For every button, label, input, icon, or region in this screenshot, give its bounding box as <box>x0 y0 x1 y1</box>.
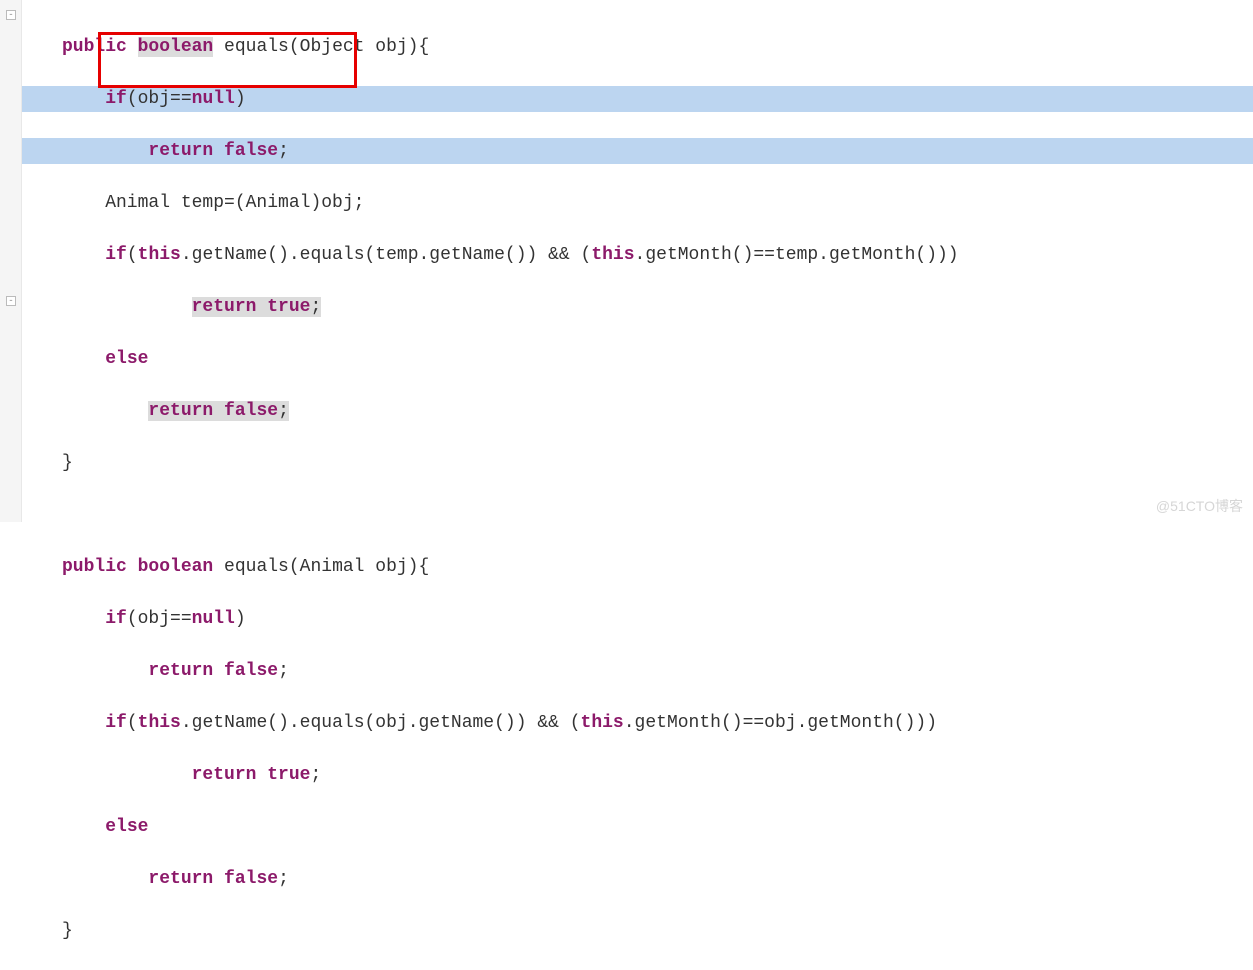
method-sig: equals(Animal obj){ <box>213 557 429 577</box>
code-line-blank <box>22 502 1253 528</box>
keyword-if: if <box>105 609 127 629</box>
keyword-return: return <box>148 661 213 681</box>
code-editor[interactable]: public boolean equals(Object obj){ if(ob… <box>0 0 1253 970</box>
keyword-return: return <box>148 869 213 889</box>
method-sig: equals(Object obj){ <box>213 37 429 57</box>
code-line: return false; <box>22 398 1253 424</box>
code-line: } <box>22 918 1253 944</box>
keyword-return: return <box>192 297 257 317</box>
keyword-if: if <box>105 245 127 265</box>
keyword-public: public <box>62 557 127 577</box>
watermark: @51CTO博客 <box>1156 496 1243 516</box>
code-line: return true; <box>22 762 1253 788</box>
gutter: - - <box>0 0 22 522</box>
keyword-else: else <box>105 817 148 837</box>
keyword-boolean: boolean <box>138 37 214 57</box>
keyword-this: this <box>138 713 181 733</box>
code-line: else <box>22 346 1253 372</box>
code-line: Animal temp=(Animal)obj; <box>22 190 1253 216</box>
code-line: if(this.getName().equals(temp.getName())… <box>22 242 1253 268</box>
fold-marker[interactable]: - <box>6 296 16 306</box>
code-line-highlight: if(obj==null) <box>22 86 1253 112</box>
keyword-null: null <box>192 89 235 109</box>
keyword-return: return <box>148 141 213 161</box>
keyword-this: this <box>581 713 624 733</box>
fold-marker[interactable]: - <box>6 10 16 20</box>
code-line: return false; <box>22 866 1253 892</box>
code-line: return true; <box>22 294 1253 320</box>
keyword-true: true <box>267 765 310 785</box>
keyword-false: false <box>224 401 278 421</box>
keyword-if: if <box>105 713 127 733</box>
keyword-this: this <box>138 245 181 265</box>
keyword-false: false <box>224 661 278 681</box>
keyword-false: false <box>224 869 278 889</box>
keyword-false: false <box>224 141 278 161</box>
code-line: public boolean equals(Animal obj){ <box>22 554 1253 580</box>
keyword-public: public <box>62 37 127 57</box>
code-line: else <box>22 814 1253 840</box>
code-line: if(obj==null) <box>22 606 1253 632</box>
code-line: if(this.getName().equals(obj.getName()) … <box>22 710 1253 736</box>
code-line-highlight: return false; <box>22 138 1253 164</box>
keyword-true: true <box>267 297 310 317</box>
keyword-return: return <box>192 765 257 785</box>
code-line: } <box>22 450 1253 476</box>
keyword-if: if <box>105 89 127 109</box>
keyword-this: this <box>591 245 634 265</box>
code-line: return false; <box>22 658 1253 684</box>
code-line: public boolean equals(Object obj){ <box>22 34 1253 60</box>
keyword-else: else <box>105 349 148 369</box>
keyword-boolean: boolean <box>138 557 214 577</box>
keyword-null: null <box>192 609 235 629</box>
keyword-return: return <box>148 401 213 421</box>
